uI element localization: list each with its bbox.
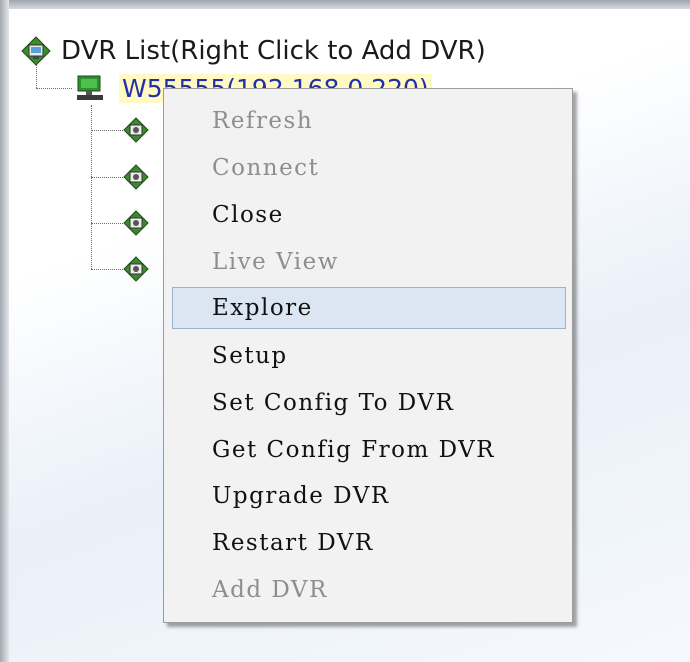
menu-item-close[interactable]: Close bbox=[172, 194, 566, 236]
tree-connector bbox=[36, 88, 72, 89]
window-left-edge bbox=[0, 0, 9, 662]
camera-channel-icon[interactable] bbox=[123, 256, 149, 282]
tree-connector bbox=[36, 63, 37, 88]
tree-root-row[interactable]: DVR List(Right Click to Add DVR) bbox=[21, 33, 486, 69]
camera-channel-icon[interactable] bbox=[123, 164, 149, 190]
tree-root-label[interactable]: DVR List(Right Click to Add DVR) bbox=[61, 36, 486, 66]
dvr-client-window: DVR List(Right Click to Add DVR) W55555(… bbox=[0, 0, 690, 662]
tree-connector bbox=[91, 130, 123, 131]
menu-item-refresh[interactable]: Refresh bbox=[172, 100, 566, 142]
camera-channel-icon[interactable] bbox=[123, 117, 149, 143]
menu-item-explore[interactable]: Explore bbox=[172, 287, 566, 329]
menu-item-add-dvr[interactable]: Add DVR bbox=[172, 569, 566, 611]
menu-item-connect[interactable]: Connect bbox=[172, 147, 566, 189]
menu-item-get-config[interactable]: Get Config From DVR bbox=[172, 429, 566, 471]
tree-connector bbox=[91, 223, 123, 224]
context-menu: Refresh Connect Close Live View Explore … bbox=[163, 88, 573, 623]
window-top-edge bbox=[0, 0, 690, 9]
camera-channel-icon[interactable] bbox=[123, 210, 149, 236]
menu-item-upgrade-dvr[interactable]: Upgrade DVR bbox=[172, 475, 566, 517]
computer-icon bbox=[75, 73, 105, 103]
tree-connector bbox=[91, 177, 123, 178]
menu-item-set-config[interactable]: Set Config To DVR bbox=[172, 382, 566, 424]
menu-item-setup[interactable]: Setup bbox=[172, 335, 566, 377]
menu-item-live-view[interactable]: Live View bbox=[172, 241, 566, 283]
tree-connector bbox=[91, 269, 123, 270]
dvr-list-icon bbox=[21, 36, 51, 66]
menu-item-restart-dvr[interactable]: Restart DVR bbox=[172, 522, 566, 564]
